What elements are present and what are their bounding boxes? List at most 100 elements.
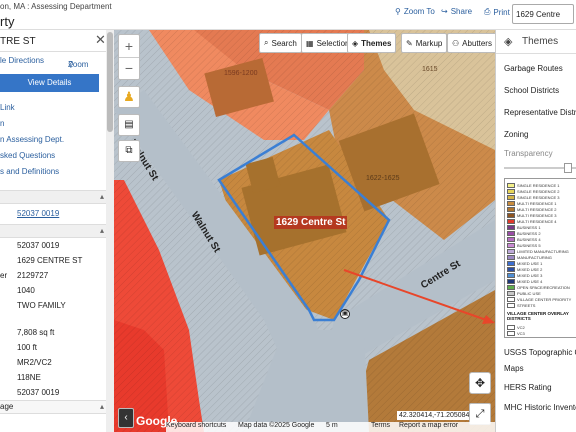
themes-button[interactable]: ◈ Themes (347, 33, 397, 53)
link-item[interactable]: n (0, 116, 113, 132)
field-row: 52037 0019 (17, 241, 60, 250)
map-view-icon[interactable]: ▤ (118, 114, 140, 136)
theme-item[interactable]: HERS Rating (496, 378, 576, 398)
chevron-up-icon: ▴ (100, 192, 105, 201)
themes-title: Themes (522, 36, 559, 47)
legend-label: MULTI RESIDENCE 1 (517, 200, 557, 206)
legend-swatch (507, 182, 515, 188)
map-footer: Keyboard shortcuts Map data ©2025 Google… (166, 422, 495, 432)
legend-label: MIXED USE 4 (517, 278, 543, 284)
field-row: 1629 CENTRE ST (17, 256, 83, 265)
chevron-up-icon: ▴ (100, 226, 105, 235)
field-row: 1040 (17, 286, 35, 295)
map-view[interactable]: Walnut St Walnut St Centre St 1629 Centr… (114, 30, 495, 432)
theme-item[interactable]: USGS Topographic Quad (496, 344, 576, 362)
close-icon[interactable]: ✕ (95, 33, 106, 48)
collapse-panel-icon[interactable]: ‹ (118, 408, 134, 428)
legend-swatch (507, 248, 515, 254)
report-error-link[interactable]: Report a map error (399, 422, 458, 429)
people-icon: ⚇ (452, 38, 460, 48)
theme-item[interactable]: Representative Districts (496, 102, 576, 124)
legend-label: MIXED USE 1 (517, 260, 543, 266)
legend-swatch (507, 324, 515, 330)
share-button[interactable]: ↪ Share (441, 7, 472, 16)
layers-toggle-icon[interactable]: ⧉ (118, 140, 140, 162)
legend-label: MULTI RESIDENCE 2 (517, 206, 557, 212)
markup-button[interactable]: ✎ Markup (401, 33, 448, 53)
legend-label: MULTI RESIDENCE 4 (517, 218, 557, 224)
scale-label: 5 m (326, 422, 338, 429)
property-header: TRE ST ✕ (0, 30, 113, 52)
legend-label: MULTI RESIDENCE 3 (517, 212, 557, 218)
legend-swatch (507, 296, 515, 302)
zoom-out-icon[interactable]: − (119, 58, 139, 80)
top-bar: on, MA : Assessing Department rty ⚲ Zoom … (0, 0, 576, 30)
parcel-number-label: 1615 (422, 66, 438, 73)
theme-item[interactable]: Zoning (496, 124, 576, 146)
link-item[interactable]: s and Definitions (0, 164, 113, 180)
field-row: 7,808 sq ft (17, 328, 55, 337)
zoning-legend: SINGLE RESIDENCE 1 SINGLE RESIDENCE 2 SING… (504, 178, 576, 338)
legend-label: SINGLE RESIDENCE 2 (517, 188, 560, 194)
view-details-button[interactable]: View Details (0, 74, 99, 92)
section-header[interactable]: ▴ (0, 224, 113, 238)
legend-swatch (507, 302, 515, 308)
share-icon: ↪ (441, 7, 448, 16)
link-item[interactable]: Link (0, 100, 113, 116)
map-search-button[interactable]: ⌕ Search (259, 33, 302, 53)
legend-label: MIXED USE 2 (517, 266, 543, 272)
legend-overlay-title: VILLAGE CENTER OVERLAY DISTRICTS (507, 311, 569, 321)
transparency-slider[interactable] (496, 162, 576, 174)
theme-item[interactable]: Garbage Routes (496, 58, 576, 80)
legend-label: VC3 (517, 330, 525, 336)
keyboard-shortcuts-link[interactable]: Keyboard shortcuts (166, 422, 226, 429)
link-item[interactable]: sked Questions (0, 148, 113, 164)
pin-icon: ⚲ (395, 7, 401, 16)
legend-swatch (507, 278, 515, 284)
scrollbar-thumb[interactable] (107, 32, 113, 132)
legend-swatch (507, 242, 515, 248)
legend-label: OPEN SPACE/RECREATION (517, 284, 570, 290)
theme-item[interactable]: MHC Historic Inventory (496, 398, 576, 418)
grid-icon: ▦ (306, 38, 314, 48)
layers-icon: ◈ (504, 35, 513, 48)
pan-icon[interactable]: ✥ (469, 372, 491, 394)
zoom-in-icon[interactable]: + (119, 35, 139, 58)
terms-link[interactable]: Terms (371, 422, 390, 429)
legend-label: MIXED USE 3 (517, 272, 543, 278)
legend-swatch (507, 194, 515, 200)
legend-swatch (507, 254, 515, 260)
zoom-to-button[interactable]: ⚲ Zoom To (395, 7, 435, 16)
theme-item[interactable]: Maps (496, 362, 576, 378)
legend-swatch (507, 284, 515, 290)
overlay-legend-item: NRT (507, 336, 525, 338)
chevron-up-icon: ▴ (100, 402, 105, 411)
legend-label: BUSINESS 4 (517, 236, 541, 242)
map-canvas[interactable] (114, 30, 495, 432)
transit-icon[interactable]: ▣ (340, 309, 350, 319)
theme-item[interactable]: School Districts (496, 80, 576, 102)
section-header[interactable]: ▴ (0, 190, 113, 204)
field-row (0, 313, 113, 325)
legend-label: NRT (517, 337, 525, 338)
legend-label: PUBLIC USE (517, 290, 541, 296)
legend-swatch (507, 272, 515, 278)
pegman-icon[interactable]: ♟ (118, 86, 140, 108)
zoom-control: + − (118, 34, 140, 80)
address-search-input[interactable]: 1629 Centre (512, 4, 574, 24)
field-row: TWO FAMILY (17, 301, 66, 310)
panel-scrollbar[interactable] (106, 30, 114, 432)
link-item[interactable]: n Assessing Dept. (0, 132, 113, 148)
legend-label: MANUFACTURING (517, 254, 552, 260)
legend-swatch (507, 266, 515, 272)
section-header[interactable]: age ▴ (0, 400, 113, 414)
parcel-number-label: 1596-1200 (224, 70, 258, 77)
legend-label: BUSINESS 2 (517, 230, 541, 236)
print-button[interactable]: ⎙ Print (484, 7, 510, 17)
map-data-text: Map data ©2025 Google (238, 422, 315, 429)
legend-label: SINGLE RESIDENCE 1 (517, 182, 560, 188)
department-label: on, MA : Assessing Department (0, 2, 112, 11)
slider-handle[interactable] (564, 163, 572, 173)
abutters-button[interactable]: ⚇ Abutters (447, 33, 495, 53)
directions-link[interactable]: le Directions (0, 56, 44, 65)
